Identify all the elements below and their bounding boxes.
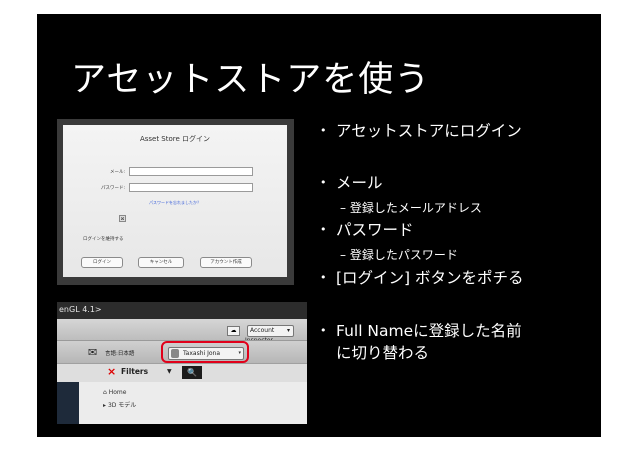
- password-field[interactable]: [129, 183, 253, 192]
- chevron-down-icon: ▾: [238, 350, 241, 356]
- secondary-toolbar: ✉ 言語:日本語 Taxashi Jona ▾: [57, 340, 307, 363]
- keep-login-label: ログインを維持する: [83, 237, 124, 242]
- filters-dropdown-icon[interactable]: ▼: [167, 368, 172, 375]
- login-dialog: Asset Store ログイン メール: パスワード: パスワードを忘れました…: [63, 125, 287, 277]
- window-titlebar: enGL 4.1>: [57, 302, 307, 319]
- dialog-title: Asset Store ログイン: [139, 135, 211, 143]
- filters-label[interactable]: Filters: [121, 367, 148, 376]
- home-icon: ⌂: [103, 389, 107, 396]
- preview-thumbnail: [57, 382, 79, 424]
- search-icon[interactable]: 🔍: [182, 366, 202, 379]
- tree-item-home[interactable]: ⌂ Home: [103, 389, 126, 396]
- slide: アセットストアを使う Asset Store ログイン メール: パスワード: …: [37, 14, 601, 437]
- bullet-glyph: •: [320, 223, 327, 236]
- chevron-down-icon: ▾: [286, 327, 290, 334]
- clear-icon[interactable]: ×: [107, 365, 116, 378]
- window-title: enGL 4.1>: [59, 305, 102, 314]
- bullet-text: パスワード: [336, 221, 414, 239]
- user-name: Taxashi Jona: [183, 350, 220, 357]
- email-field[interactable]: [129, 167, 253, 176]
- keep-login-checkbox[interactable]: ☒: [119, 215, 126, 222]
- account-label: Account: [250, 327, 275, 334]
- asset-tree-panel: ⌂ Home ▸ 3D モデル: [57, 382, 307, 424]
- avatar: [171, 349, 179, 358]
- bullet-text-line1: Full Nameに登録した名前: [336, 322, 522, 340]
- sub-bullet: – 登録したパスワード: [340, 248, 458, 262]
- slide-title: アセットストアを使う: [71, 60, 431, 100]
- password-label: パスワード:: [100, 186, 125, 191]
- top-toolbar: ☁ Account ▾ Inspector: [57, 319, 307, 344]
- account-dropdown[interactable]: Account ▾: [247, 325, 294, 337]
- bullet-text: アセットストアにログイン: [336, 122, 522, 140]
- sub-bullet: – 登録したメールアドレス: [340, 201, 482, 215]
- login-button[interactable]: ログイン: [81, 257, 123, 268]
- language-selector[interactable]: 言語:日本語: [105, 349, 134, 357]
- email-label: メール:: [109, 170, 125, 175]
- user-dropdown[interactable]: Taxashi Jona ▾: [168, 347, 244, 360]
- bullet-glyph: •: [320, 176, 327, 189]
- login-dialog-screenshot: Asset Store ログイン メール: パスワード: パスワードを忘れました…: [57, 119, 294, 285]
- filter-bar: × Filters ▼ 🔍: [57, 363, 307, 382]
- bullet-text: メール: [336, 174, 383, 192]
- cloud-icon[interactable]: ☁: [227, 326, 240, 336]
- tree-item-label: 3D モデル: [107, 402, 137, 409]
- user-highlight: Taxashi Jona ▾: [161, 341, 249, 363]
- bullet-glyph: •: [320, 324, 327, 337]
- bullet-glyph: •: [320, 124, 327, 137]
- mail-icon[interactable]: ✉: [88, 346, 97, 359]
- forgot-password-link[interactable]: パスワードを忘れましたか？: [149, 200, 201, 206]
- caret-right-icon: ▸: [103, 402, 107, 409]
- tree-item-label: Home: [108, 389, 127, 396]
- create-account-button[interactable]: アカウント作成: [200, 257, 252, 268]
- bullet-text-line2: に切り替わる: [336, 344, 430, 362]
- tree-item-3d-models[interactable]: ▸ 3D モデル: [103, 400, 136, 409]
- bullet-glyph: •: [320, 271, 327, 284]
- cancel-button[interactable]: キャンセル: [138, 257, 184, 268]
- unity-toolbar-screenshot: enGL 4.1> ☁ Account ▾ Inspector ✉ 言語:日本語…: [57, 302, 307, 424]
- bullet-text: [ログイン] ボタンをポチる: [336, 269, 524, 287]
